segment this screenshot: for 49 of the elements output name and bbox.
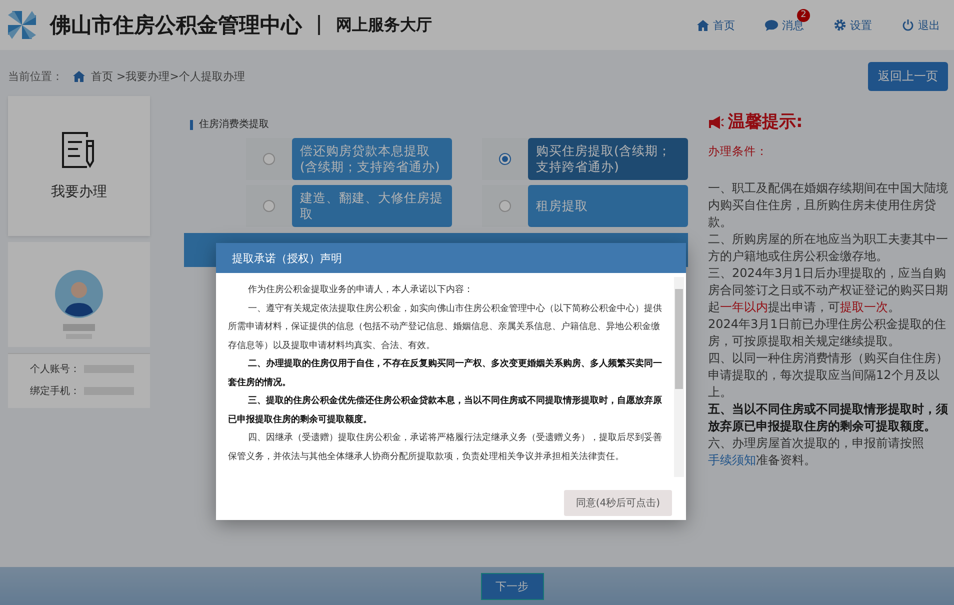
breadcrumb-path[interactable]: 首页 >我要办理>个人提取办理 bbox=[91, 68, 245, 84]
tips-paragraph: 四、以同一种住房消费情形（购买自住住房）申请提取的，每次提取应当间隔12个月及以上。 bbox=[708, 350, 949, 401]
field-label: 绑定手机： bbox=[30, 384, 80, 398]
tips-paragraph: 三、2024年3月1日后办理提取的，应当自购房合同签订之日或不动产权证登记的购买日期起一年以内提出申请，可提取一次。 bbox=[708, 265, 949, 316]
home-icon bbox=[697, 20, 709, 30]
avatar-icon bbox=[55, 270, 103, 318]
site-title: 佛山市住房公积金管理中心 bbox=[50, 12, 302, 39]
tips-paragraph: 2024年3月1日前已办理住房公积金提取的住房，可按原提取相关规定继续提取。 bbox=[708, 316, 947, 350]
radio-button[interactable] bbox=[499, 153, 511, 165]
statement-paragraph: 二、办理提取的住房仅用于自住，不存在反复购买同一产权、多次变更婚姻关系购房、多人频繁买卖同一套住房的情况。 bbox=[228, 357, 664, 390]
radio-option[interactable]: 偿还购房贷款本息提取(含续期；支持跨省通办) bbox=[246, 138, 452, 180]
radio-button[interactable] bbox=[263, 153, 275, 165]
radio-button[interactable] bbox=[499, 200, 511, 212]
radio-option[interactable]: 建造、翻建、大修住房提取 bbox=[246, 185, 452, 227]
tips-paragraph: 六、办理房屋首次提取的，申报前请按照 手续须知准备资料。 bbox=[708, 435, 925, 469]
document-pen-icon bbox=[61, 131, 97, 169]
guide-link[interactable]: 手续须知 bbox=[708, 453, 756, 467]
tips-title: 温馨提示: bbox=[728, 114, 803, 131]
pinwheel-logo-icon bbox=[6, 9, 38, 41]
field-label: 个人账号： bbox=[30, 362, 80, 376]
tips-paragraph: 二、所购房屋的所在地应当为职工夫妻其中一方的户籍地或住房公积金缴存地。 bbox=[708, 231, 949, 265]
nav-link[interactable]: 首页 bbox=[697, 18, 735, 32]
megaphone-icon bbox=[708, 116, 724, 129]
statement-paragraph: 一、遵守有关规定依法提取住房公积金，如实向佛山市住房公积金管理中心（以下简称公积金中心）提供所需申请材料，保证提供的信息（包括不动产登记信息、婚姻信息、亲属关系信息、户籍信息、异地公积金缴存信息等）以及提取申请材料均真实、合法、有效。 bbox=[228, 302, 664, 352]
radio-option[interactable]: 购买住房提取(含续期；支持跨省通办) bbox=[482, 138, 688, 180]
notification-badge: 2 bbox=[797, 8, 810, 22]
statement-paragraph: 三、提取的住房公积金优先偿还住房公积金贷款本息，当以不同住房或不同提取情形提取时，自愿放弃原已申报提取住房的剩余可提取额度。 bbox=[228, 394, 664, 426]
power-icon bbox=[902, 19, 914, 31]
radio-button[interactable] bbox=[263, 200, 275, 212]
tips-paragraph: 五、当以不同住房或不同提取情形提取时，须放弃原已申报提取住房的剩余可提取额度。 bbox=[708, 401, 949, 435]
tips-paragraph: 一、职工及配偶在婚姻存续期间在中国大陆境内购买自住住房，且所购住房未使用住房贷款。 bbox=[708, 180, 949, 231]
dialog-title: 提取承诺（授权）声明 bbox=[216, 243, 686, 273]
scrollbar[interactable] bbox=[674, 277, 684, 477]
breadcrumb-label: 当前位置： bbox=[8, 68, 63, 84]
section-heading: 住房消费类提取 bbox=[190, 120, 688, 130]
tips-subtitle: 办理条件： bbox=[708, 143, 769, 160]
nav-link[interactable]: 设置 bbox=[834, 18, 872, 32]
action-card[interactable]: 我要办理 bbox=[8, 96, 150, 236]
back-button[interactable]: 返回上一页 bbox=[868, 62, 948, 90]
chat-bubble-icon bbox=[765, 20, 778, 30]
redacted-name bbox=[63, 324, 95, 331]
radio-option[interactable]: 租房提取 bbox=[482, 185, 688, 227]
statement-paragraph: 作为住房公积金提取业务的申请人，本人承诺以下内容： bbox=[247, 283, 474, 297]
nav-link[interactable]: 退出 bbox=[902, 18, 940, 32]
home-icon bbox=[73, 70, 85, 82]
statement-paragraph: 四、因继承（受遗赠）提取住房公积金，承诺将严格履行法定继承义务（受遗赠义务），提取后尽到妥善保管义务，并依法与其他全体继承人协商分配所提取款项，负责处理相关争议并承担相关法律责任。 bbox=[228, 431, 664, 464]
next-button[interactable]: 下一步 bbox=[480, 572, 544, 600]
settings-icon bbox=[834, 19, 846, 31]
site-subtitle: 网上服务大厅 bbox=[336, 14, 432, 36]
